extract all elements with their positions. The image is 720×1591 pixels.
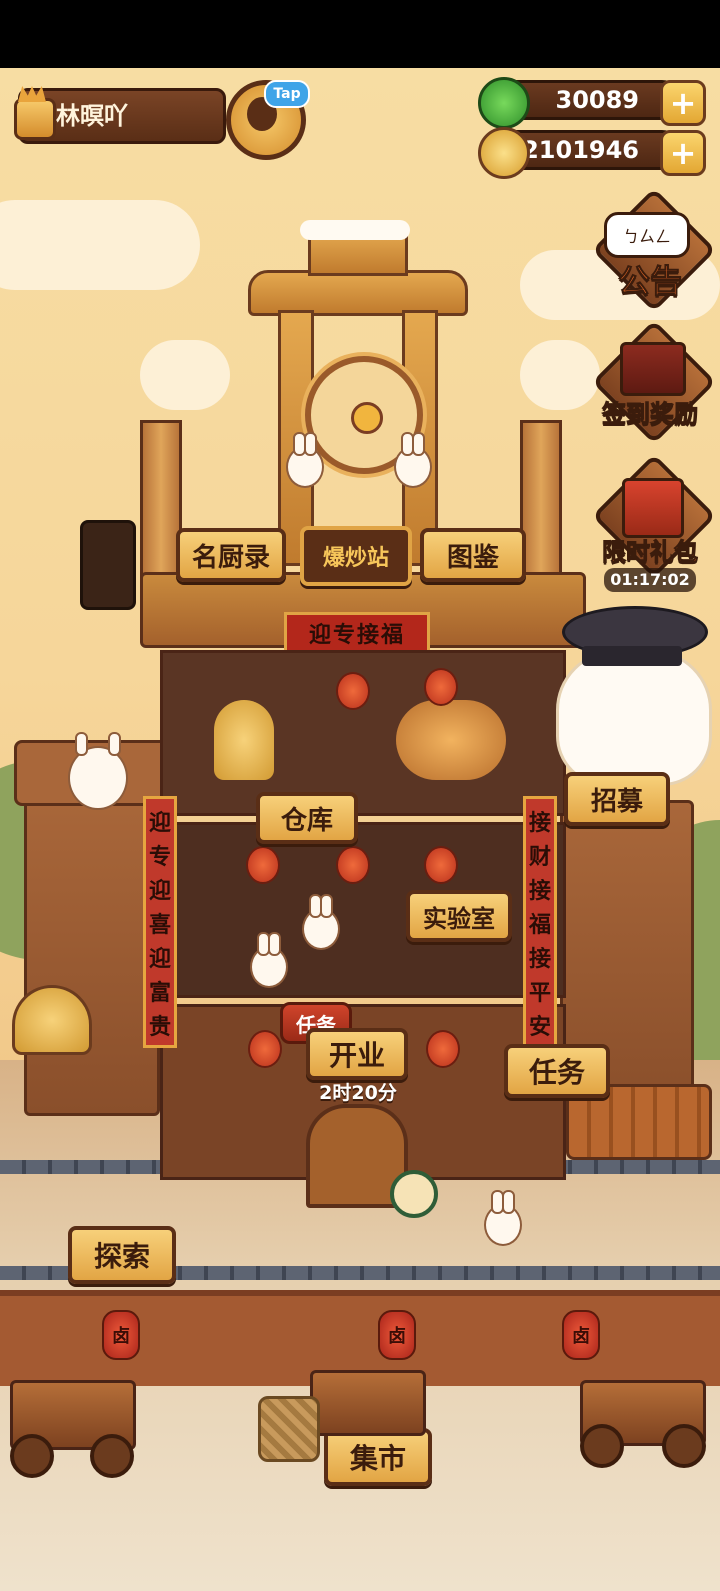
speech-bubble-icon: ㄅㄙㄥ bbox=[604, 212, 690, 258]
cloud bbox=[140, 340, 230, 410]
cart-wheel bbox=[10, 1434, 54, 1478]
right-lamp-post bbox=[520, 420, 562, 596]
snow-cap bbox=[300, 220, 410, 240]
lantern bbox=[336, 672, 370, 710]
notice-label: 公告 bbox=[617, 262, 682, 301]
codex-button[interactable]: 图鉴 bbox=[420, 528, 526, 582]
opera-bunny[interactable] bbox=[68, 732, 128, 810]
status-bar bbox=[0, 0, 720, 68]
bunny-staff[interactable] bbox=[394, 432, 432, 488]
tap-badge[interactable]: Tap bbox=[264, 80, 310, 108]
basket-icon bbox=[258, 1396, 320, 1462]
food-display[interactable] bbox=[396, 700, 506, 780]
blessing-banner: 迎专接福 bbox=[284, 612, 430, 654]
limited-pack-timer: 01:17:02 bbox=[604, 568, 696, 592]
signin-label: 签到奖励 bbox=[602, 400, 699, 429]
jade-icon bbox=[478, 77, 530, 129]
traffic-light-icon bbox=[80, 520, 136, 610]
coin-amount: 2101946 bbox=[522, 136, 639, 164]
lantern bbox=[424, 846, 458, 884]
stall-lantern: 卤 bbox=[562, 1310, 600, 1360]
stir-fry-station-sign[interactable]: 爆炒站 bbox=[300, 526, 412, 586]
bunny-staff[interactable] bbox=[286, 432, 324, 488]
limited-pack-button[interactable]: 限时礼包 bbox=[591, 453, 717, 579]
add-coins-button[interactable]: + bbox=[660, 130, 706, 176]
lantern bbox=[336, 846, 370, 884]
notice-button[interactable]: ㄅㄙㄥ 公告 bbox=[591, 187, 717, 313]
limited-pack-label: 限时礼包 bbox=[602, 538, 699, 567]
recruit-ghost[interactable] bbox=[556, 650, 712, 786]
explore-button[interactable]: 探索 bbox=[68, 1226, 176, 1284]
gift-box-icon bbox=[622, 478, 684, 538]
game-screen: 迎专接福 迎专迎喜迎富贵 接财接福接平安 名厨录 爆炒站 图鉴 仓库 实验室 招… bbox=[0, 0, 720, 1591]
stall-lantern: 卤 bbox=[378, 1310, 416, 1360]
cloud bbox=[0, 200, 200, 290]
couplet-right: 接财接福接平安 bbox=[523, 796, 557, 1048]
player-name: 林暝吖 bbox=[56, 102, 128, 130]
cloud bbox=[520, 340, 600, 410]
bell[interactable] bbox=[12, 985, 92, 1055]
clock-center-icon bbox=[351, 402, 383, 434]
cart-wheel bbox=[90, 1434, 134, 1478]
bunny-staff[interactable] bbox=[302, 894, 340, 950]
recruit-button[interactable]: 招募 bbox=[564, 772, 670, 826]
golden-statue[interactable] bbox=[214, 700, 274, 780]
couplet-left: 迎专迎喜迎富贵 bbox=[143, 796, 177, 1048]
left-shop bbox=[24, 790, 160, 1116]
cart-wheel bbox=[662, 1424, 706, 1468]
lantern bbox=[424, 668, 458, 706]
stall-cart-center[interactable] bbox=[310, 1370, 426, 1436]
open-countdown: 2时20分 bbox=[319, 1082, 397, 1104]
player-avatar-icon[interactable] bbox=[8, 84, 56, 140]
chef-roster-button[interactable]: 名厨录 bbox=[176, 528, 286, 582]
signin-reward-button[interactable]: 签到奖励 bbox=[591, 319, 717, 445]
coin-icon bbox=[478, 127, 530, 179]
lantern bbox=[426, 1030, 460, 1068]
lantern bbox=[246, 846, 280, 884]
conductor-hat-icon bbox=[562, 606, 708, 670]
tasks-button[interactable]: 任务 bbox=[504, 1044, 610, 1098]
bus-stop-sign-icon bbox=[390, 1170, 438, 1218]
lantern bbox=[248, 1030, 282, 1068]
jade-amount: 30089 bbox=[555, 86, 640, 114]
add-jade-button[interactable]: + bbox=[660, 80, 706, 126]
laboratory-button[interactable]: 实验室 bbox=[406, 890, 512, 942]
cart-wheel bbox=[580, 1424, 624, 1468]
bunny-staff[interactable] bbox=[484, 1190, 522, 1246]
bunny-staff[interactable] bbox=[250, 932, 288, 988]
stall-lantern: 卤 bbox=[102, 1310, 140, 1360]
market-button[interactable]: 集市 bbox=[324, 1428, 432, 1486]
open-business-button[interactable]: 开业 bbox=[306, 1028, 408, 1080]
calendar-gift-icon bbox=[620, 342, 686, 396]
warehouse-button[interactable]: 仓库 bbox=[256, 792, 358, 844]
